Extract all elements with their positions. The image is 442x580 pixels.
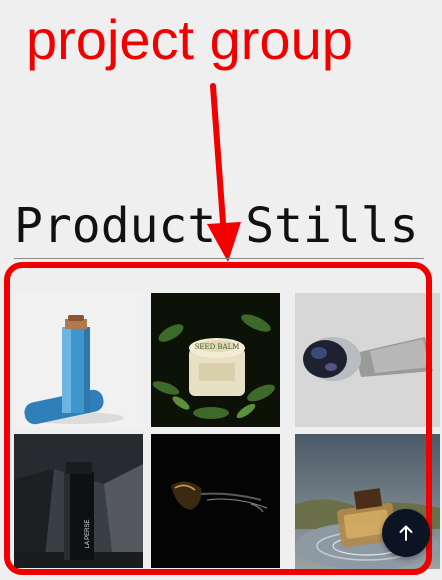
back-to-top-button[interactable]	[382, 509, 430, 557]
project-group-highlight	[4, 262, 432, 575]
section-title: Product Stills	[14, 198, 419, 254]
section-divider	[14, 258, 424, 259]
annotation-label: project group	[26, 8, 353, 71]
arrow-up-icon	[399, 525, 413, 541]
